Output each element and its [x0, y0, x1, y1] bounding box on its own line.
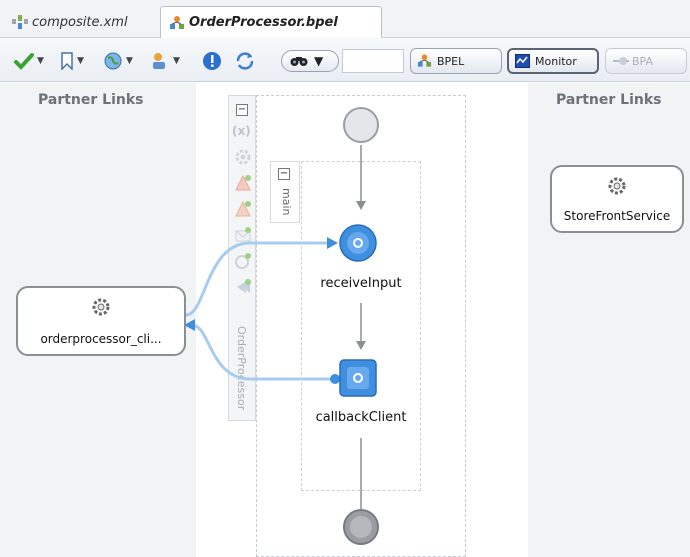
invoke-port: [330, 374, 340, 384]
bpel-design-canvas[interactable]: Partner Links Partner Links − (x) OrderP…: [0, 83, 690, 557]
bpa-mode-label: BPA: [632, 54, 654, 68]
start-node: [343, 107, 379, 143]
service-gear-icon: [608, 177, 626, 195]
bpel-process-icon: [169, 15, 185, 30]
binoculars-icon: [290, 57, 308, 66]
chevron-down-icon: ▼: [314, 54, 324, 68]
bpel-process-icon: [417, 54, 432, 68]
chevron-down-icon: ▼: [173, 56, 180, 66]
editor-tab-bar: composite.xml OrderProcessor.bpel: [0, 0, 690, 38]
invoke-activity-inner: [347, 367, 369, 389]
refresh-button[interactable]: [234, 50, 256, 72]
bookmark-icon: [61, 52, 73, 70]
receive-input-label[interactable]: receiveInput: [301, 276, 421, 291]
deploy-button[interactable]: ▼: [150, 50, 180, 72]
composite-icon: [12, 15, 28, 29]
bpa-icon: [612, 54, 629, 68]
validate-button[interactable]: ▼: [14, 50, 44, 72]
callback-client-label[interactable]: callbackClient: [301, 410, 421, 425]
bpel-toolbar: ▼ ▼ ▼ ▼ ▼ BPEL Monitor BPA: [0, 38, 690, 82]
info-button[interactable]: [202, 50, 222, 72]
monitor-icon: [515, 54, 530, 68]
left-partner-link-label: orderprocessor_cli...: [40, 332, 162, 346]
right-partner-link-box[interactable]: StoreFrontService: [550, 165, 684, 233]
service-gear-icon: [92, 298, 110, 316]
info-icon: [203, 52, 221, 70]
monitor-mode-button[interactable]: Monitor: [507, 48, 599, 74]
bpel-mode-button[interactable]: BPEL: [410, 48, 502, 74]
right-partner-link-label: StoreFrontService: [563, 209, 671, 223]
globe-menu-button[interactable]: ▼: [103, 50, 133, 72]
deploy-icon: [153, 53, 165, 69]
checkmark-icon: [14, 53, 34, 70]
tab-orderprocessor-bpel[interactable]: OrderProcessor.bpel: [160, 6, 382, 38]
bpa-mode-button[interactable]: BPA: [605, 48, 687, 74]
tab-label: OrderProcessor.bpel: [189, 15, 338, 30]
end-node-inner: [350, 516, 372, 538]
find-combo[interactable]: ▼: [281, 50, 339, 72]
bpel-mode-label: BPEL: [437, 54, 465, 68]
tab-composite-xml[interactable]: composite.xml: [4, 6, 149, 38]
refresh-icon: [236, 52, 254, 70]
chevron-down-icon: ▼: [77, 56, 84, 66]
receive-link-arrow: [327, 237, 338, 249]
find-input[interactable]: [342, 49, 404, 73]
receive-activity-ring: [347, 232, 369, 254]
chevron-down-icon: ▼: [37, 56, 44, 66]
chevron-down-icon: ▼: [126, 56, 133, 66]
invoke-partner-link: [191, 323, 338, 381]
globe-icon: [104, 52, 122, 70]
flow-arrow-receive: [356, 201, 366, 210]
flow-arrow-invoke: [356, 341, 366, 350]
monitor-mode-label: Monitor: [535, 54, 577, 68]
bookmark-button[interactable]: ▼: [60, 50, 84, 72]
left-partner-link-box[interactable]: orderprocessor_cli...: [16, 286, 186, 356]
tab-label: composite.xml: [32, 14, 128, 30]
